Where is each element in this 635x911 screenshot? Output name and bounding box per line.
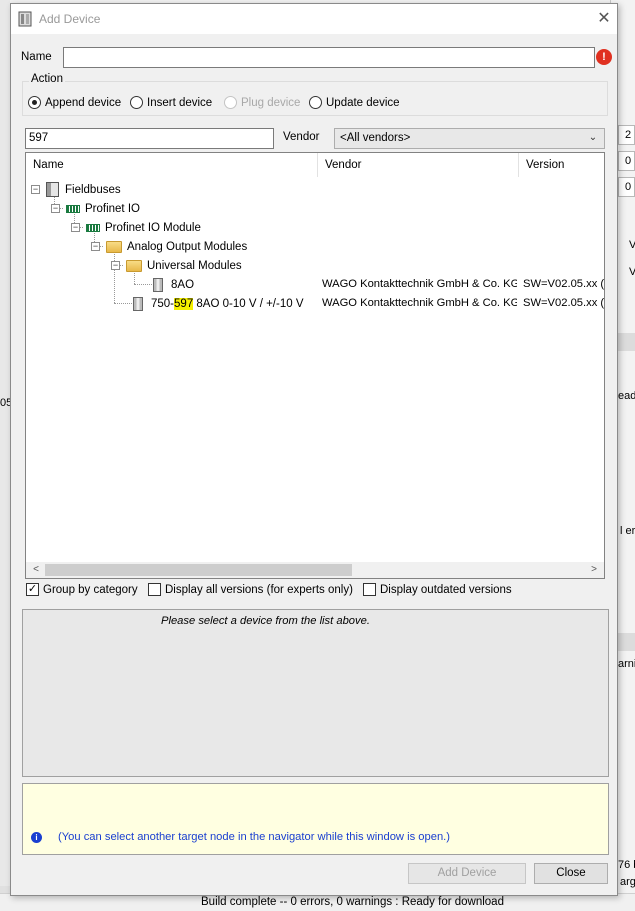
radio-label: Append device: [45, 96, 122, 109]
add-device-dialog: Add Device ✕ Name ! Action Append device…: [10, 3, 618, 896]
horizontal-scrollbar[interactable]: < >: [26, 562, 604, 578]
device-app-icon: [18, 11, 32, 27]
vendor-select[interactable]: <All vendors> ⌄: [334, 128, 605, 149]
column-header-version[interactable]: Version: [519, 153, 604, 177]
folder-icon: [126, 259, 142, 272]
tree-item-universal-modules[interactable]: − Universal Modules: [111, 256, 242, 275]
background-text-fragment: V: [629, 239, 635, 251]
close-icon[interactable]: ✕: [595, 10, 613, 28]
background-left-pane: [0, 0, 10, 911]
chevron-down-icon: ⌄: [588, 132, 598, 143]
radio-dot: [130, 96, 143, 109]
background-text-fragment: ead: [618, 390, 635, 402]
tree-item-750-597[interactable]: 750-597 8AO 0-10 V / +/-10 V: [133, 294, 304, 313]
background-text-fragment: V: [629, 266, 635, 278]
insert-device-radio[interactable]: Insert device: [130, 96, 212, 109]
error-icon: !: [596, 49, 612, 65]
checkbox-box: [363, 583, 376, 596]
info-text: (You can select another target node in t…: [58, 831, 451, 843]
check-icon: ✓: [26, 583, 39, 596]
background-text-fragment: 76 b: [618, 859, 635, 871]
action-legend: Action: [29, 73, 65, 85]
background-value-cell[interactable]: 2: [618, 125, 635, 145]
radio-dot: [224, 96, 237, 109]
add-device-button[interactable]: Add Device: [408, 863, 526, 884]
radio-label: Update device: [326, 96, 400, 109]
folder-icon: [106, 240, 122, 253]
tree-item-version: SW=V02.05.xx (HW=05): [523, 297, 605, 309]
column-header-vendor[interactable]: Vendor: [318, 153, 519, 177]
tree-item-profinet-io-module[interactable]: − Profinet IO Module: [71, 218, 201, 237]
collapse-icon[interactable]: −: [51, 204, 60, 213]
collapse-icon[interactable]: −: [111, 261, 120, 270]
scroll-left-icon[interactable]: <: [28, 562, 44, 578]
background-text-fragment: l er: [620, 525, 635, 537]
info-panel: i (You can select another target node in…: [22, 783, 609, 855]
radio-label: Insert device: [147, 96, 213, 109]
tree-item-8ao[interactable]: 8AO: [153, 275, 194, 294]
label-suffix: 8AO 0-10 V / +/-10 V: [193, 297, 304, 310]
radio-label: Plug device: [241, 96, 301, 109]
scrollbar-thumb[interactable]: [45, 564, 352, 576]
tree-item-label: Universal Modules: [147, 259, 242, 272]
checkbox-box: [148, 583, 161, 596]
radio-dot: [309, 96, 322, 109]
tree-item-label: Profinet IO: [85, 202, 140, 215]
dialog-title: Add Device: [39, 12, 101, 26]
vendor-selected-value: <All vendors>: [340, 132, 411, 144]
name-input[interactable]: [63, 47, 595, 68]
tree-item-profinet-io[interactable]: − Profinet IO: [51, 199, 140, 218]
collapse-icon[interactable]: −: [91, 242, 100, 251]
info-icon: i: [31, 832, 42, 843]
tree-item-label: 8AO: [171, 278, 195, 291]
status-text: Build complete -- 0 errors, 0 warnings :…: [201, 896, 504, 908]
device-icon: [153, 277, 163, 292]
tree-item-version: SW=V02.05.xx (HW=05): [523, 278, 605, 290]
background-header-band: [618, 333, 635, 351]
tree-item-vendor: WAGO Kontakttechnik GmbH & Co. KG: [322, 297, 517, 309]
scroll-right-icon[interactable]: >: [586, 562, 602, 578]
name-label: Name: [21, 51, 52, 63]
tree-item-label: 750-597 8AO 0-10 V / +/-10 V: [151, 297, 304, 310]
tree-item-analog-output-modules[interactable]: − Analog Output Modules: [91, 237, 247, 256]
background-text-fragment: arg: [620, 876, 635, 888]
vendor-label: Vendor: [283, 131, 320, 143]
search-match-highlight: 597: [174, 297, 194, 310]
background-text-fragment: 05: [0, 397, 10, 409]
column-header-name[interactable]: Name: [26, 153, 318, 177]
tree-item-label: Analog Output Modules: [127, 240, 248, 253]
tree-item-label: Fieldbuses: [65, 183, 121, 196]
search-input[interactable]: 597: [25, 128, 274, 149]
background-value-cell[interactable]: 0: [618, 177, 635, 197]
display-outdated-versions-checkbox[interactable]: Display outdated versions: [363, 583, 512, 596]
collapse-icon[interactable]: −: [31, 185, 40, 194]
plug-device-radio[interactable]: Plug device: [224, 96, 300, 109]
display-all-versions-checkbox[interactable]: Display all versions (for experts only): [148, 583, 353, 596]
tree-item-fieldbuses[interactable]: − Fieldbuses: [31, 180, 121, 199]
close-button[interactable]: Close: [534, 863, 608, 884]
label-prefix: 750-: [151, 297, 175, 310]
bus-icon: [66, 204, 80, 213]
title-bar[interactable]: Add Device ✕: [11, 4, 617, 34]
description-text: Please select a device from the list abo…: [161, 615, 370, 627]
bus-icon: [86, 223, 100, 232]
checkbox-label: Display outdated versions: [380, 583, 512, 596]
update-device-radio[interactable]: Update device: [309, 96, 400, 109]
fieldbus-icon: [46, 182, 59, 197]
collapse-icon[interactable]: −: [71, 223, 80, 232]
checkbox-label: Group by category: [43, 583, 138, 596]
description-panel: Please select a device from the list abo…: [22, 609, 609, 777]
tree-item-label: Profinet IO Module: [105, 221, 201, 234]
background-header-band: [618, 633, 635, 651]
device-icon: [133, 296, 143, 311]
background-text-fragment: arni: [618, 658, 635, 670]
append-device-radio[interactable]: Append device: [28, 96, 121, 109]
tree-item-vendor: WAGO Kontakttechnik GmbH & Co. KG: [322, 278, 517, 290]
background-value-cell[interactable]: 0: [618, 151, 635, 171]
radio-dot: [28, 96, 41, 109]
device-tree[interactable]: Name Vendor Version − Fieldbuses − Profi…: [25, 152, 605, 579]
group-by-category-checkbox[interactable]: ✓ Group by category: [26, 583, 138, 596]
checkbox-label: Display all versions (for experts only): [165, 583, 353, 596]
